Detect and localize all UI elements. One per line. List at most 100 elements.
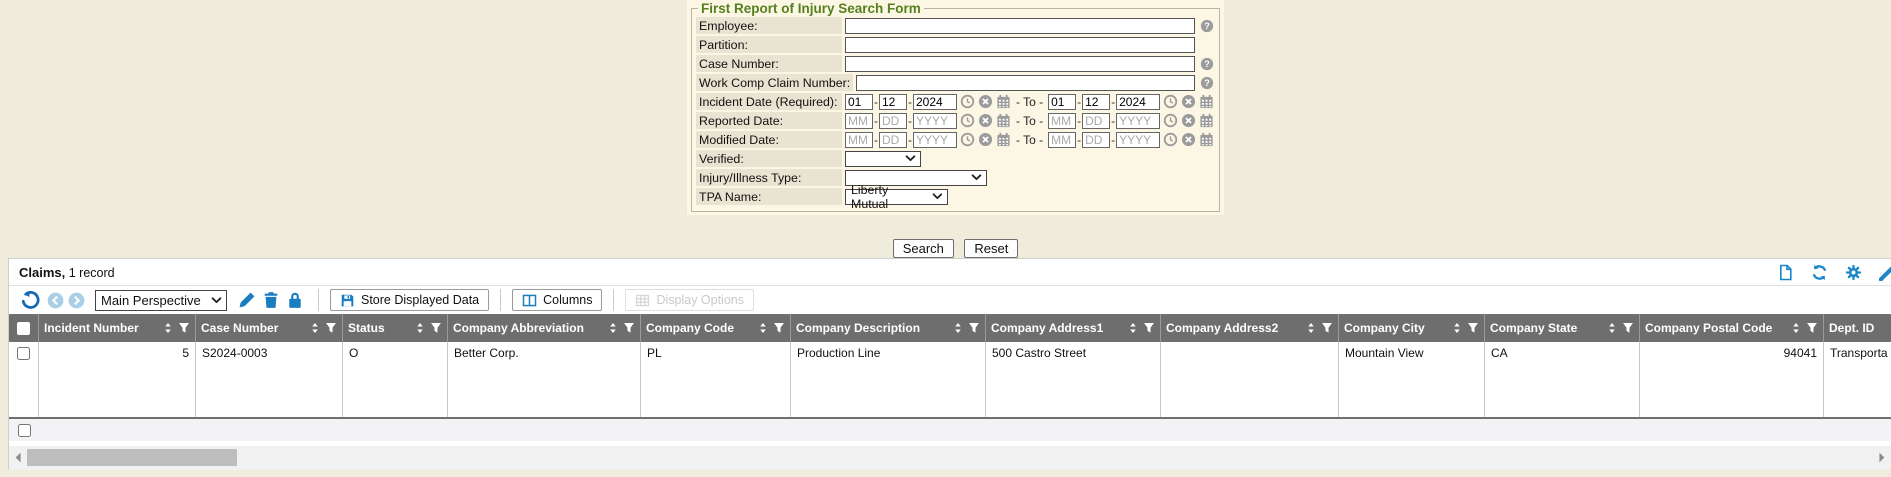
incident-to-year-input[interactable]: [1116, 94, 1160, 110]
filter-icon[interactable]: [1321, 322, 1333, 334]
next-icon[interactable]: [68, 292, 85, 309]
filter-icon[interactable]: [968, 322, 980, 334]
sort-icon[interactable]: [757, 322, 769, 334]
sort-icon[interactable]: [1451, 322, 1463, 334]
store-displayed-data-button[interactable]: Store Displayed Data: [330, 289, 489, 311]
incident-from-month-input[interactable]: [845, 94, 873, 110]
new-document-icon[interactable]: [1777, 264, 1794, 281]
sort-icon[interactable]: [162, 322, 174, 334]
clear-date-icon[interactable]: [978, 132, 993, 147]
calendar-icon[interactable]: [996, 132, 1011, 147]
sort-icon[interactable]: [309, 322, 321, 334]
undo-icon[interactable]: [20, 290, 40, 310]
partition-input[interactable]: [845, 37, 1195, 53]
column-header[interactable]: Status: [343, 314, 448, 342]
reported-to-day-input[interactable]: [1082, 113, 1110, 129]
calendar-icon[interactable]: [1199, 94, 1214, 109]
modified-from-day-input[interactable]: [879, 132, 907, 148]
scroll-right-icon[interactable]: [1874, 450, 1889, 465]
horizontal-scrollbar[interactable]: [9, 446, 1891, 470]
clock-icon[interactable]: [1163, 132, 1178, 147]
incident-to-month-input[interactable]: [1048, 94, 1076, 110]
reported-from-year-input[interactable]: [913, 113, 957, 129]
row-checkbox[interactable]: [17, 347, 30, 360]
reported-to-month-input[interactable]: [1048, 113, 1076, 129]
delete-perspective-icon[interactable]: [262, 291, 280, 309]
refresh-icon[interactable]: [1811, 264, 1828, 281]
employee-input[interactable]: [845, 18, 1195, 34]
case-number-input[interactable]: [845, 56, 1195, 72]
clock-icon[interactable]: [1163, 113, 1178, 128]
filter-icon[interactable]: [773, 322, 785, 334]
column-header[interactable]: Case Number: [196, 314, 343, 342]
scroll-left-icon[interactable]: [11, 450, 26, 465]
column-header[interactable]: Company City: [1339, 314, 1485, 342]
column-header[interactable]: Company Address1: [986, 314, 1161, 342]
incident-from-day-input[interactable]: [879, 94, 907, 110]
filter-icon[interactable]: [1467, 322, 1479, 334]
calendar-icon[interactable]: [996, 113, 1011, 128]
clear-date-icon[interactable]: [1181, 132, 1196, 147]
sort-icon[interactable]: [1127, 322, 1139, 334]
tpa-select[interactable]: Liberty Mutual: [845, 189, 948, 205]
clear-date-icon[interactable]: [978, 94, 993, 109]
column-header[interactable]: Dept. ID: [1824, 314, 1891, 342]
modified-from-year-input[interactable]: [913, 132, 957, 148]
work-comp-input[interactable]: [856, 75, 1195, 91]
clock-icon[interactable]: [960, 94, 975, 109]
calendar-icon[interactable]: [1199, 132, 1214, 147]
sort-icon[interactable]: [1790, 322, 1802, 334]
help-icon[interactable]: ?: [1200, 76, 1214, 90]
filter-icon[interactable]: [1143, 322, 1155, 334]
clock-icon[interactable]: [960, 113, 975, 128]
help-icon[interactable]: ?: [1200, 19, 1214, 33]
sort-icon[interactable]: [1606, 322, 1618, 334]
columns-button[interactable]: Columns: [512, 289, 602, 311]
incident-from-year-input[interactable]: [913, 94, 957, 110]
previous-icon[interactable]: [47, 292, 64, 309]
modified-from-month-input[interactable]: [845, 132, 873, 148]
filter-icon[interactable]: [1806, 322, 1818, 334]
column-header[interactable]: Company Postal Code: [1640, 314, 1824, 342]
clock-icon[interactable]: [1163, 94, 1178, 109]
reset-button[interactable]: Reset: [964, 239, 1018, 258]
column-header[interactable]: Company State: [1485, 314, 1640, 342]
modified-to-year-input[interactable]: [1116, 132, 1160, 148]
column-header[interactable]: Company Description: [791, 314, 986, 342]
sort-icon[interactable]: [414, 322, 426, 334]
footer-row-checkbox[interactable]: [18, 424, 31, 437]
column-header[interactable]: Company Address2: [1161, 314, 1339, 342]
clear-date-icon[interactable]: [1181, 113, 1196, 128]
filter-icon[interactable]: [178, 322, 190, 334]
clock-icon[interactable]: [960, 132, 975, 147]
column-header[interactable]: Company Abbreviation: [448, 314, 641, 342]
modified-to-day-input[interactable]: [1082, 132, 1110, 148]
filter-icon[interactable]: [430, 322, 442, 334]
edit-perspective-icon[interactable]: [238, 291, 256, 309]
select-all-checkbox[interactable]: [9, 314, 39, 342]
search-button[interactable]: Search: [893, 239, 954, 258]
column-header[interactable]: Incident Number: [39, 314, 196, 342]
perspective-select[interactable]: Main Perspective: [95, 290, 227, 311]
filter-icon[interactable]: [1622, 322, 1634, 334]
sort-icon[interactable]: [952, 322, 964, 334]
incident-to-day-input[interactable]: [1082, 94, 1110, 110]
filter-icon[interactable]: [325, 322, 337, 334]
wrench-icon[interactable]: [1879, 264, 1891, 281]
column-header[interactable]: Company Code: [641, 314, 791, 342]
help-icon[interactable]: ?: [1200, 57, 1214, 71]
sort-icon[interactable]: [1305, 322, 1317, 334]
reported-from-month-input[interactable]: [845, 113, 873, 129]
reported-to-year-input[interactable]: [1116, 113, 1160, 129]
calendar-icon[interactable]: [996, 94, 1011, 109]
reported-from-day-input[interactable]: [879, 113, 907, 129]
clear-date-icon[interactable]: [1181, 94, 1196, 109]
scrollbar-thumb[interactable]: [27, 449, 237, 466]
verified-select[interactable]: [845, 151, 921, 167]
modified-to-month-input[interactable]: [1048, 132, 1076, 148]
gear-icon[interactable]: [1845, 264, 1862, 281]
filter-icon[interactable]: [623, 322, 635, 334]
clear-date-icon[interactable]: [978, 113, 993, 128]
calendar-icon[interactable]: [1199, 113, 1214, 128]
lock-icon[interactable]: [286, 291, 304, 309]
